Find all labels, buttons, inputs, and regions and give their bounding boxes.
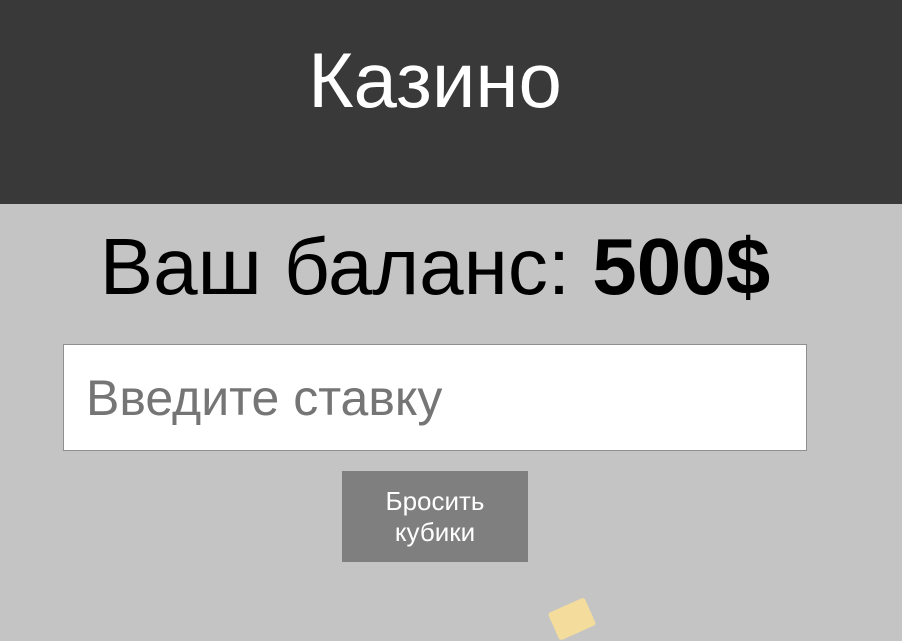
bet-input[interactable] <box>63 344 807 451</box>
balance-amount: 500$ <box>592 222 771 311</box>
dice-icon <box>547 597 597 641</box>
balance-display: Ваш баланс: 500$ <box>0 222 870 312</box>
roll-dice-button[interactable]: Бросить кубики <box>342 471 528 562</box>
header-bar: Казино <box>0 0 902 204</box>
page-title: Казино <box>308 36 562 124</box>
balance-label: Ваш баланс: <box>99 222 593 311</box>
